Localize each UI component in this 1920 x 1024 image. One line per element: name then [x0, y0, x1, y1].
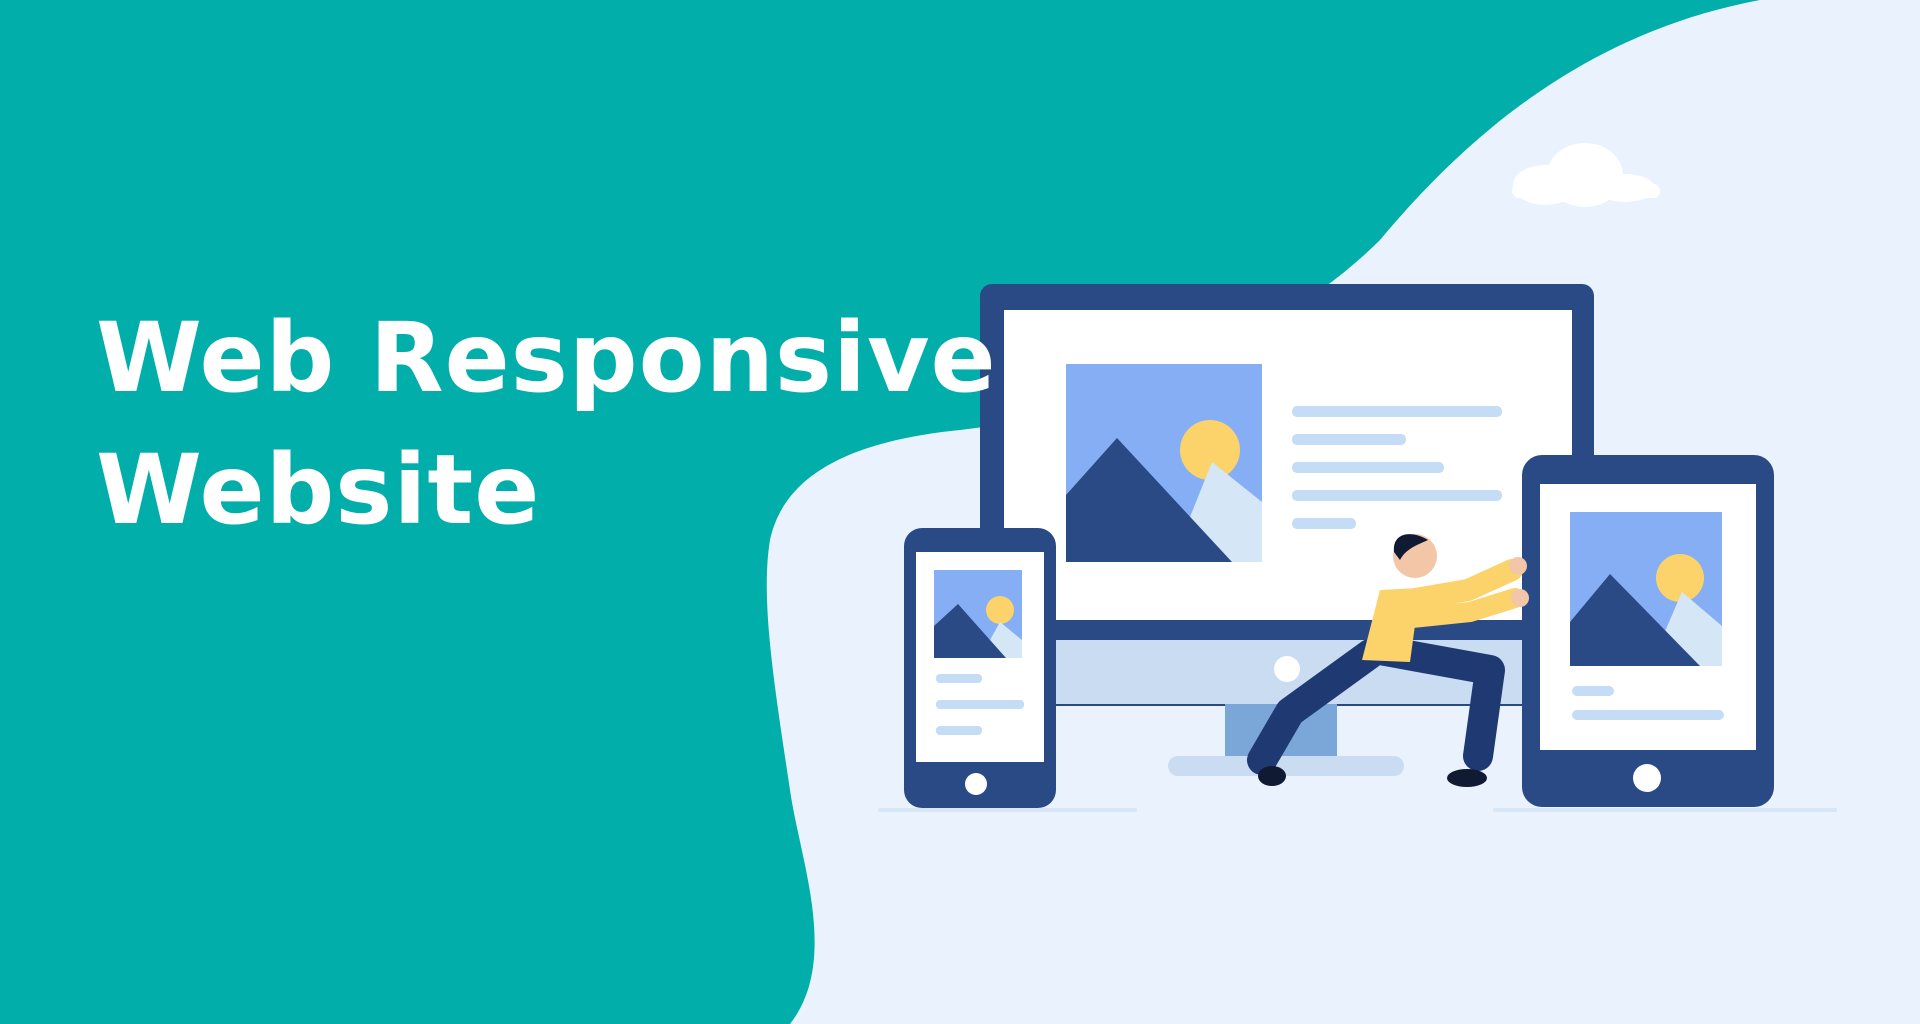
- title-line-1: Web Responsive: [96, 302, 997, 414]
- landscape-image-icon: [1066, 364, 1262, 562]
- tablet-icon: [1522, 455, 1774, 807]
- hero-banner: Web Responsive Website: [0, 0, 1920, 1024]
- page-title: Web Responsive Website: [96, 292, 997, 556]
- title-line-2: Website: [96, 434, 541, 546]
- smartphone-icon: [904, 528, 1056, 808]
